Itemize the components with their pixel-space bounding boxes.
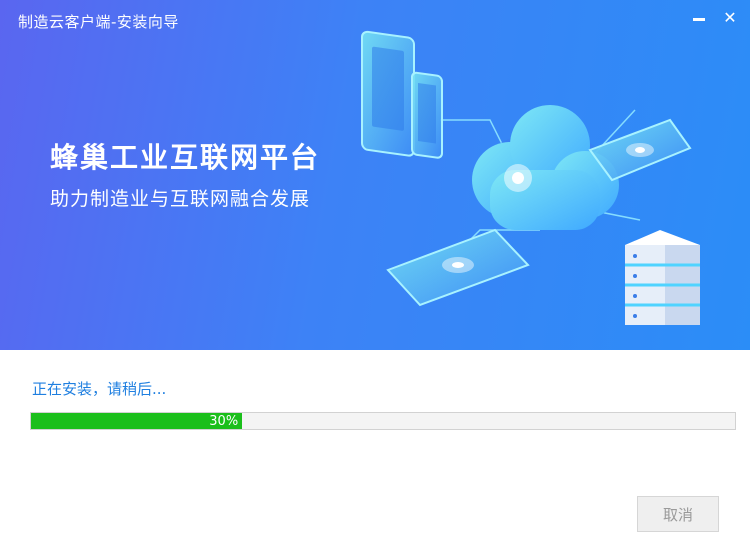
banner-headline: 蜂巢工业互联网平台 [50,141,321,174]
banner-subheadline: 助力制造业与互联网融合发展 [50,188,311,210]
installer-window: 制造云客户端-安装向导 ✕ 蜂巢工业互联网平台 助力制造业与互联网融合发展 正在… [0,0,750,550]
server-icon [625,230,700,325]
window-title: 制造云客户端-安装向导 [18,13,179,31]
install-progress-bar: 30% [30,412,736,430]
phone-icon [386,228,530,307]
tablet-icon [361,30,415,157]
phone-icon [411,71,443,159]
install-status-text: 正在安装，请稍后... [32,380,167,398]
cloud-network-illustration [361,30,700,325]
progress-percent-label: 30% [209,413,239,429]
tablet-icon [588,118,692,182]
cloud-icon [472,105,619,230]
banner: 制造云客户端-安装向导 ✕ 蜂巢工业互联网平台 助力制造业与互联网融合发展 [0,0,750,350]
cancel-button[interactable]: 取消 [637,496,719,532]
